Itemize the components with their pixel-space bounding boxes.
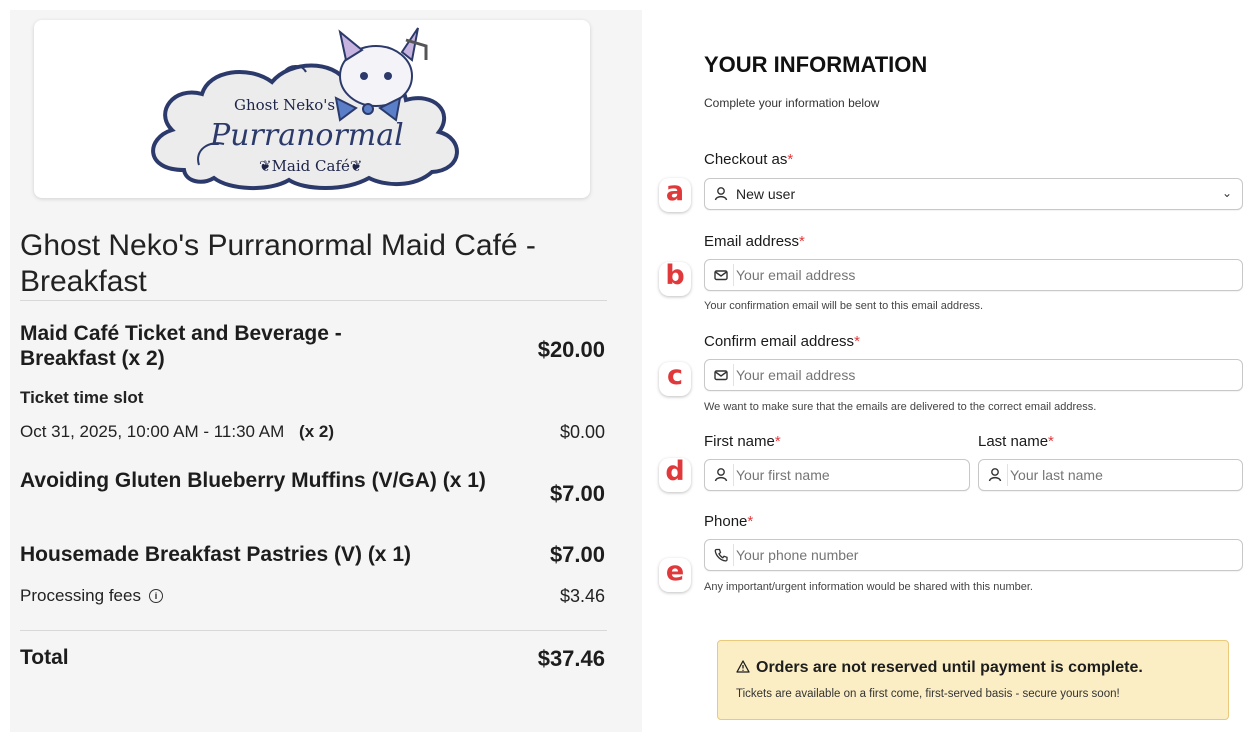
annotation-marker-c: c <box>666 360 683 391</box>
your-information-form: YOUR INFORMATION Complete your informati… <box>642 0 1252 732</box>
checkout-as-label-text: Checkout as <box>704 151 788 168</box>
first-name-field[interactable] <box>704 459 970 491</box>
order-item-name: Maid Café Ticket and Beverage - Breakfas… <box>20 322 342 370</box>
confirm-email-label-text: Confirm email address <box>704 333 855 350</box>
confirm-email-field[interactable] <box>704 359 1243 391</box>
order-summary-panel: Ghost Neko's Purranormal ❦Maid Café❦ Gho… <box>10 10 642 732</box>
divider <box>20 300 607 301</box>
field-separator <box>733 544 734 566</box>
field-separator <box>733 264 734 286</box>
first-name-label-text: First name <box>704 433 775 450</box>
phone-label-text: Phone <box>704 513 748 530</box>
timeslot-qty: (x 2) <box>299 422 334 441</box>
timeslot-label: Ticket time slot <box>20 388 144 407</box>
logo-line3: ❦Maid Café❦ <box>259 157 362 175</box>
required-mark: * <box>799 233 805 250</box>
form-heading: YOUR INFORMATION <box>704 52 928 77</box>
required-mark: * <box>747 513 754 530</box>
form-subheading: Complete your information below <box>704 96 880 110</box>
confirm-email-help: We want to make sure that the emails are… <box>704 401 1097 413</box>
user-icon <box>988 468 1002 482</box>
processing-fees-value: $3.46 <box>559 586 605 606</box>
info-icon[interactable]: i <box>148 589 163 603</box>
checkout-as-value: New user <box>736 186 796 202</box>
divider <box>20 630 607 631</box>
phone-icon <box>714 548 728 562</box>
event-logo-card: Ghost Neko's Purranormal ❦Maid Café❦ <box>34 20 590 198</box>
checkout-as-select[interactable]: New user ⌄ <box>704 178 1243 210</box>
confirm-email-input[interactable] <box>736 367 1166 383</box>
timeslot-value: Oct 31, 2025, 10:00 AM - 11:30 AM (x 2) <box>20 422 334 442</box>
logo-line2: Purranormal <box>209 118 404 153</box>
first-name-input[interactable] <box>736 467 948 483</box>
last-name-label-text: Last name <box>978 433 1049 450</box>
last-name-input[interactable] <box>1010 467 1221 483</box>
processing-fees-text: Processing fees <box>20 586 141 605</box>
annotation-marker-a: a <box>665 176 685 207</box>
order-item-price: $7.00 <box>549 481 605 506</box>
confirm-email-label: Confirm email address* <box>704 333 860 350</box>
email-input[interactable] <box>736 267 1166 283</box>
notice-text: Tickets are available on a first come, f… <box>736 688 1120 700</box>
field-separator <box>733 464 734 486</box>
required-mark: * <box>854 333 860 350</box>
checkout-as-label: Checkout as* <box>704 151 793 168</box>
last-name-label: Last name* <box>978 433 1054 450</box>
warning-icon <box>736 660 750 673</box>
email-label-text: Email address <box>704 233 800 250</box>
user-icon <box>714 468 728 482</box>
notice-title: Orders are not reserved until payment is… <box>736 659 1143 677</box>
notice-title-text: Orders are not reserved until payment is… <box>756 659 1143 676</box>
total-value: $37.46 <box>537 646 605 671</box>
last-name-field[interactable] <box>978 459 1243 491</box>
email-help: Your confirmation email will be sent to … <box>704 300 984 312</box>
logo-line1: Ghost Neko's <box>234 96 335 114</box>
event-title: Ghost Neko's Purranormal Maid Café - Bre… <box>20 229 536 298</box>
field-separator <box>1007 464 1008 486</box>
order-item-name: Avoiding Gluten Blueberry Muffins (V/GA)… <box>20 469 486 492</box>
required-mark: * <box>1048 433 1054 450</box>
user-icon <box>714 187 728 201</box>
order-item-price: $7.00 <box>549 542 605 567</box>
mail-icon <box>714 370 728 381</box>
phone-input[interactable] <box>736 547 1166 563</box>
timeslot-datetime: Oct 31, 2025, 10:00 AM - 11:30 AM <box>20 422 285 441</box>
processing-fees-label: Processing fees i <box>20 586 163 606</box>
timeslot-price: $0.00 <box>559 422 605 442</box>
mail-icon <box>714 270 728 281</box>
phone-help: Any important/urgent information would b… <box>704 581 1033 593</box>
event-logo: Ghost Neko's Purranormal ❦Maid Café❦ <box>151 27 459 190</box>
phone-label: Phone* <box>704 513 753 530</box>
email-label: Email address* <box>704 233 805 250</box>
order-item-name: Housemade Breakfast Pastries (V) (x 1) <box>20 543 411 566</box>
required-mark: * <box>787 151 794 168</box>
annotation-marker-b: b <box>665 260 685 291</box>
chevron-down-icon: ⌄ <box>1221 186 1232 200</box>
annotation-marker-d: d <box>665 456 685 487</box>
required-mark: * <box>774 433 781 450</box>
annotation-marker-e: e <box>665 556 685 587</box>
total-label: Total <box>20 646 69 669</box>
order-item-price: $20.00 <box>537 337 605 362</box>
first-name-label: First name* <box>704 433 781 450</box>
email-field[interactable] <box>704 259 1243 291</box>
field-separator <box>733 364 734 386</box>
phone-field[interactable] <box>704 539 1243 571</box>
payment-notice: Orders are not reserved until payment is… <box>717 640 1229 720</box>
